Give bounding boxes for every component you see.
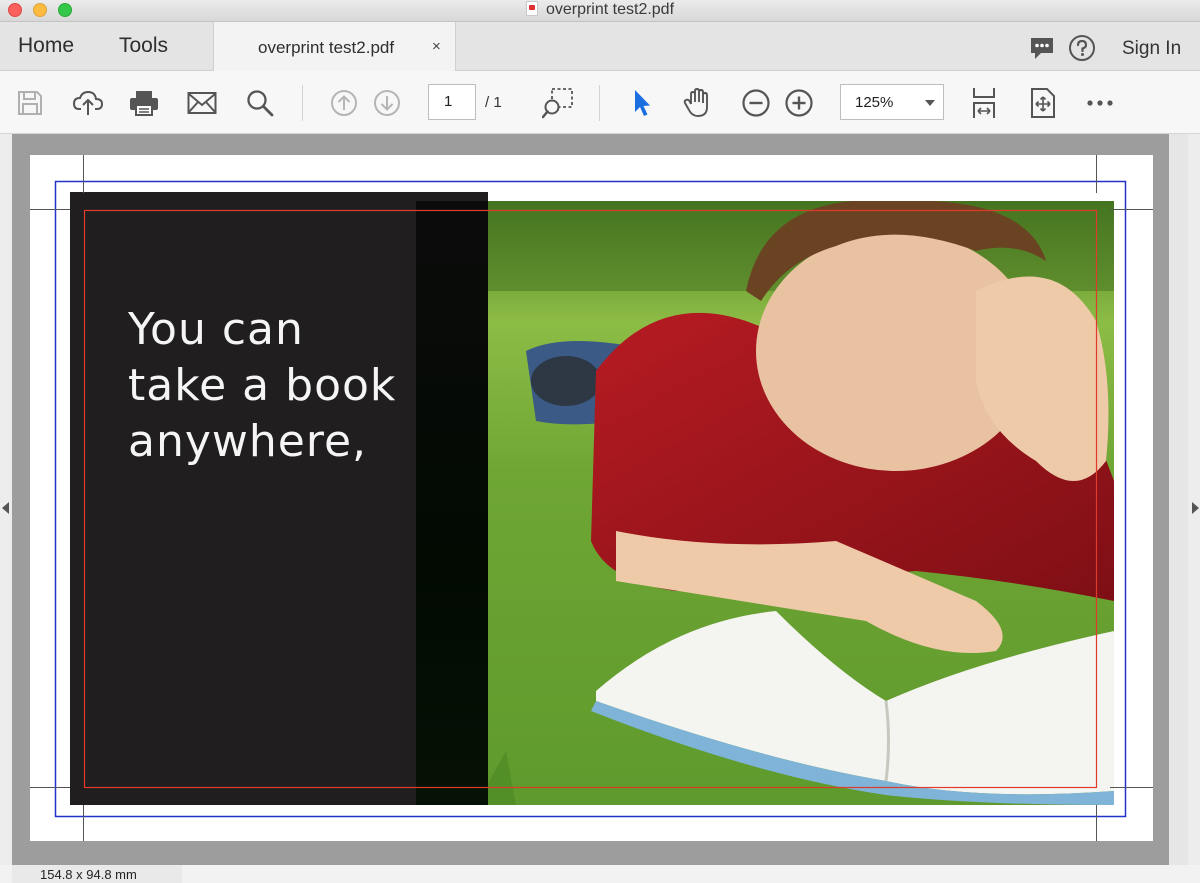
crop-marks <box>30 155 1153 841</box>
trim-box <box>54 180 1127 818</box>
bleed-box <box>83 209 1098 789</box>
print-marks-overlay <box>30 155 1153 841</box>
page-size-label: 154.8 x 94.8 mm <box>12 865 182 883</box>
